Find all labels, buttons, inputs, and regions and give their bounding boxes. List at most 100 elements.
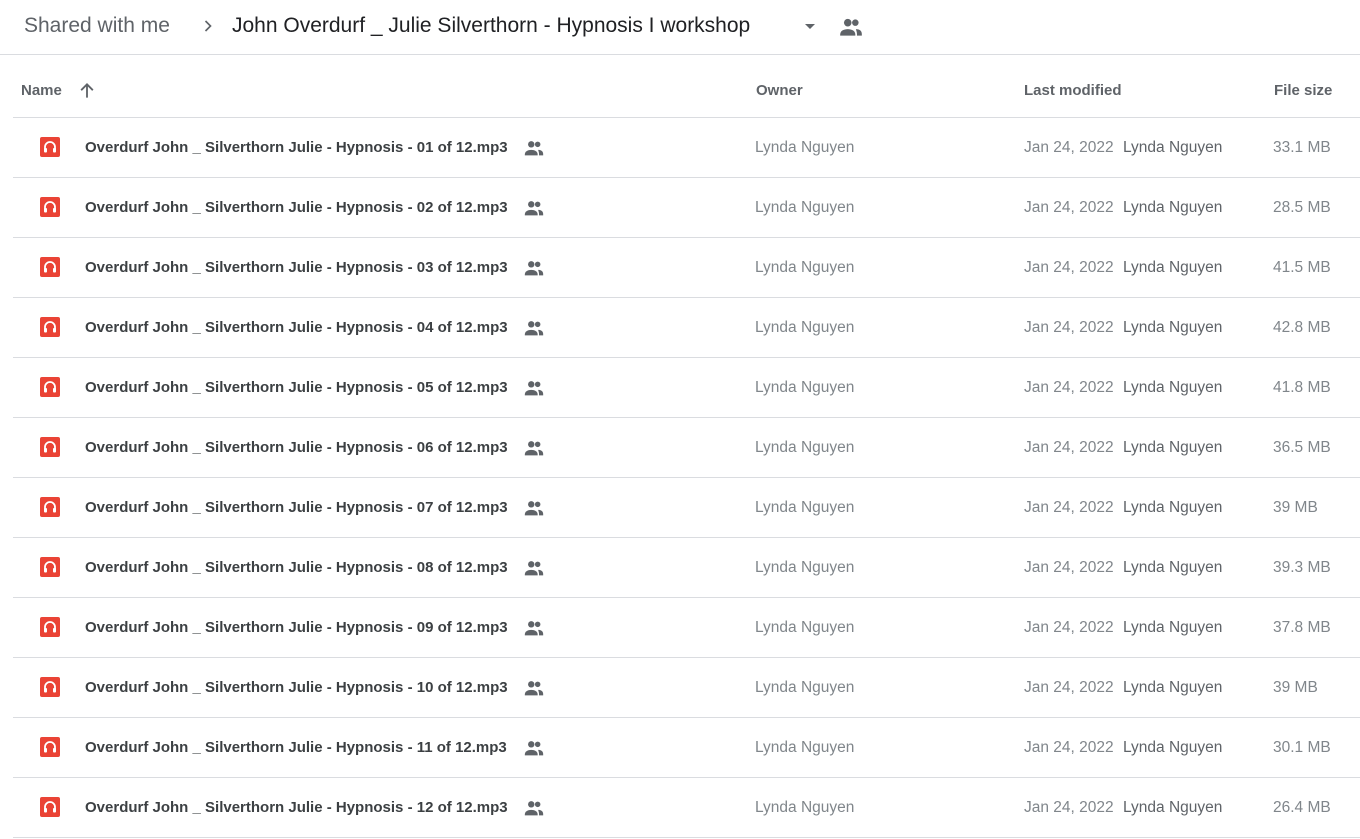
file-owner: Lynda Nguyen xyxy=(755,679,855,696)
people-icon xyxy=(524,381,544,396)
people-icon xyxy=(524,441,544,456)
column-header-file-size[interactable]: File size xyxy=(1274,56,1332,117)
file-modified-by: Lynda Nguyen xyxy=(1123,139,1223,156)
file-owner: Lynda Nguyen xyxy=(755,559,855,576)
arrow-up-icon[interactable] xyxy=(77,81,97,101)
people-icon xyxy=(524,681,544,696)
people-icon xyxy=(524,261,544,276)
column-header-name[interactable]: Name xyxy=(21,56,62,117)
file-name: Overdurf John _ Silverthorn Julie - Hypn… xyxy=(85,679,508,696)
file-size: 33.1 MB xyxy=(1273,139,1331,156)
file-row[interactable]: Overdurf John _ Silverthorn Julie - Hypn… xyxy=(13,718,1360,778)
file-size: 42.8 MB xyxy=(1273,319,1331,336)
file-name: Overdurf John _ Silverthorn Julie - Hypn… xyxy=(85,199,508,216)
column-header-owner[interactable]: Owner xyxy=(756,56,803,117)
file-name: Overdurf John _ Silverthorn Julie - Hypn… xyxy=(85,319,508,336)
file-row[interactable]: Overdurf John _ Silverthorn Julie - Hypn… xyxy=(13,778,1360,838)
audio-file-icon xyxy=(40,197,60,217)
file-modified-date: Jan 24, 2022 xyxy=(1024,259,1114,276)
file-name: Overdurf John _ Silverthorn Julie - Hypn… xyxy=(85,499,508,516)
file-size: 39.3 MB xyxy=(1273,559,1331,576)
file-row[interactable]: Overdurf John _ Silverthorn Julie - Hypn… xyxy=(13,658,1360,718)
file-modified-date: Jan 24, 2022 xyxy=(1024,499,1114,516)
file-modified-by: Lynda Nguyen xyxy=(1123,379,1223,396)
file-size: 36.5 MB xyxy=(1273,439,1331,456)
file-owner: Lynda Nguyen xyxy=(755,619,855,636)
file-size: 37.8 MB xyxy=(1273,619,1331,636)
file-size: 39 MB xyxy=(1273,679,1318,696)
file-owner: Lynda Nguyen xyxy=(755,139,855,156)
file-owner: Lynda Nguyen xyxy=(755,799,855,816)
file-row[interactable]: Overdurf John _ Silverthorn Julie - Hypn… xyxy=(13,118,1360,178)
file-row[interactable]: Overdurf John _ Silverthorn Julie - Hypn… xyxy=(13,238,1360,298)
file-row[interactable]: Overdurf John _ Silverthorn Julie - Hypn… xyxy=(13,538,1360,598)
file-name: Overdurf John _ Silverthorn Julie - Hypn… xyxy=(85,139,508,156)
file-modified-date: Jan 24, 2022 xyxy=(1024,379,1114,396)
people-icon xyxy=(524,201,544,216)
breadcrumb-current-folder[interactable]: John Overdurf _ Julie Silverthorn - Hypn… xyxy=(222,10,760,42)
file-owner: Lynda Nguyen xyxy=(755,319,855,336)
file-row[interactable]: Overdurf John _ Silverthorn Julie - Hypn… xyxy=(13,478,1360,538)
people-icon xyxy=(524,621,544,636)
people-icon xyxy=(524,321,544,336)
audio-file-icon xyxy=(40,257,60,277)
file-name: Overdurf John _ Silverthorn Julie - Hypn… xyxy=(85,259,508,276)
file-modified-by: Lynda Nguyen xyxy=(1123,199,1223,216)
file-name: Overdurf John _ Silverthorn Julie - Hypn… xyxy=(85,799,508,816)
audio-file-icon xyxy=(40,497,60,517)
file-name: Overdurf John _ Silverthorn Julie - Hypn… xyxy=(85,739,507,756)
file-size: 41.5 MB xyxy=(1273,259,1331,276)
file-modified-date: Jan 24, 2022 xyxy=(1024,319,1114,336)
file-size: 28.5 MB xyxy=(1273,199,1331,216)
audio-file-icon xyxy=(40,137,60,157)
file-modified-date: Jan 24, 2022 xyxy=(1024,439,1114,456)
people-icon xyxy=(840,18,862,36)
file-modified-by: Lynda Nguyen xyxy=(1123,259,1223,276)
people-icon xyxy=(524,141,544,156)
file-modified-date: Jan 24, 2022 xyxy=(1024,559,1114,576)
file-modified-date: Jan 24, 2022 xyxy=(1024,619,1114,636)
audio-file-icon xyxy=(40,797,60,817)
file-row[interactable]: Overdurf John _ Silverthorn Julie - Hypn… xyxy=(13,298,1360,358)
column-header-row: Name Owner Last modified File size xyxy=(13,56,1360,118)
file-modified-by: Lynda Nguyen xyxy=(1123,679,1223,696)
file-row[interactable]: Overdurf John _ Silverthorn Julie - Hypn… xyxy=(13,178,1360,238)
file-row[interactable]: Overdurf John _ Silverthorn Julie - Hypn… xyxy=(13,598,1360,658)
people-icon xyxy=(524,501,544,516)
breadcrumb: Shared with me John Overdurf _ Julie Sil… xyxy=(0,0,1360,55)
arrow-drop-down-icon[interactable] xyxy=(798,14,822,38)
audio-file-icon xyxy=(40,557,60,577)
file-modified-by: Lynda Nguyen xyxy=(1123,319,1223,336)
file-modified-date: Jan 24, 2022 xyxy=(1024,739,1114,756)
audio-file-icon xyxy=(40,437,60,457)
file-modified-date: Jan 24, 2022 xyxy=(1024,679,1114,696)
file-name: Overdurf John _ Silverthorn Julie - Hypn… xyxy=(85,439,508,456)
chevron-right-icon xyxy=(204,20,212,32)
file-name: Overdurf John _ Silverthorn Julie - Hypn… xyxy=(85,559,508,576)
file-row[interactable]: Overdurf John _ Silverthorn Julie - Hypn… xyxy=(13,358,1360,418)
file-owner: Lynda Nguyen xyxy=(755,499,855,516)
file-modified-by: Lynda Nguyen xyxy=(1123,739,1223,756)
people-icon xyxy=(524,561,544,576)
file-row[interactable]: Overdurf John _ Silverthorn Julie - Hypn… xyxy=(13,418,1360,478)
file-owner: Lynda Nguyen xyxy=(755,439,855,456)
file-modified-by: Lynda Nguyen xyxy=(1123,799,1223,816)
file-modified-by: Lynda Nguyen xyxy=(1123,439,1223,456)
file-list: Overdurf John _ Silverthorn Julie - Hypn… xyxy=(13,118,1360,838)
file-name: Overdurf John _ Silverthorn Julie - Hypn… xyxy=(85,619,508,636)
breadcrumb-root-link[interactable]: Shared with me xyxy=(14,10,180,42)
file-size: 30.1 MB xyxy=(1273,739,1331,756)
audio-file-icon xyxy=(40,737,60,757)
file-name: Overdurf John _ Silverthorn Julie - Hypn… xyxy=(85,379,508,396)
file-modified-by: Lynda Nguyen xyxy=(1123,499,1223,516)
file-modified-date: Jan 24, 2022 xyxy=(1024,139,1114,156)
file-owner: Lynda Nguyen xyxy=(755,379,855,396)
people-icon xyxy=(524,741,544,756)
file-owner: Lynda Nguyen xyxy=(755,259,855,276)
file-modified-by: Lynda Nguyen xyxy=(1123,559,1223,576)
file-modified-date: Jan 24, 2022 xyxy=(1024,799,1114,816)
audio-file-icon xyxy=(40,617,60,637)
column-header-last-modified[interactable]: Last modified xyxy=(1024,56,1122,117)
audio-file-icon xyxy=(40,377,60,397)
audio-file-icon xyxy=(40,677,60,697)
